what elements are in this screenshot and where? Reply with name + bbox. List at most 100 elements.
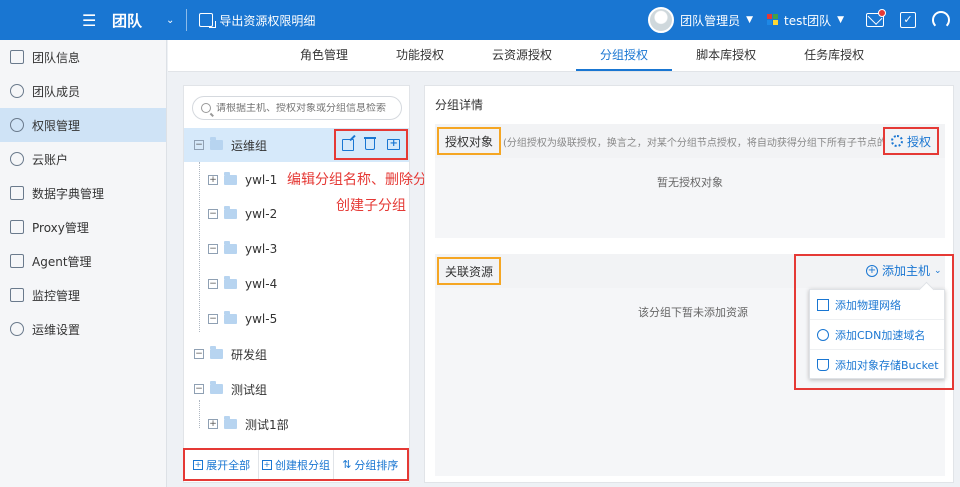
expand-all-button[interactable]: + 展开全部	[185, 450, 260, 479]
tree-node-ywl-4[interactable]: − ywl-4	[184, 267, 409, 301]
tree-footer-toolbar: + 展开全部 + 创建根分组 ⇅ 分组排序	[183, 448, 409, 481]
avatar[interactable]	[648, 7, 675, 33]
collapse-toggle[interactable]: −	[208, 209, 218, 219]
collapse-toggle[interactable]: −	[194, 384, 204, 394]
tree-node-ywl-2[interactable]: − ywl-2	[184, 197, 284, 231]
add-subfolder-icon[interactable]: +	[387, 139, 401, 150]
tree-node-ywl-5[interactable]: − ywl-5	[184, 302, 409, 336]
auth-section-header: 授权对象 (分组授权为级联授权，换言之，对某个分组节点授权，将自动获得分组下所有…	[435, 124, 945, 158]
chevron-down-icon[interactable]: ▼	[837, 15, 844, 25]
expand-all-label: 展开全部	[206, 458, 251, 472]
tab-group-auth[interactable]: 分组授权	[576, 39, 673, 71]
sidebar-item-team-members[interactable]: 团队成员	[0, 74, 166, 108]
add-host-button[interactable]: + 添加主机 ⌄	[866, 262, 942, 279]
tree-node-label[interactable]: ywl-4	[245, 277, 277, 291]
folder-icon	[224, 206, 237, 219]
auth-section-label: 授权对象	[437, 127, 502, 155]
folder-icon	[224, 172, 237, 185]
tree-search-box	[192, 96, 402, 120]
collapse-toggle[interactable]: −	[194, 140, 204, 150]
export-permissions-link[interactable]: 导出资源权限明细	[199, 12, 315, 29]
collapse-toggle[interactable]: −	[208, 279, 218, 289]
sidebar-item-cloud-account[interactable]: 云账户	[0, 142, 166, 176]
user-name[interactable]: 团队管理员	[680, 12, 740, 29]
folder-icon	[210, 137, 223, 150]
sidebar-item-label: 团队信息	[32, 50, 81, 65]
menu-icon[interactable]: ☰	[82, 11, 112, 30]
resource-empty-text: 该分组下暂未添加资源	[638, 306, 748, 319]
auth-empty-state: 暂无授权对象	[435, 158, 945, 238]
dropdown-item-label: 添加对象存储Bucket	[835, 359, 939, 372]
sidebar-item-ops-settings[interactable]: 运维设置	[0, 312, 166, 346]
sidebar-item-label: 云账户	[32, 152, 69, 167]
tree-search-input[interactable]	[216, 102, 396, 114]
sidebar-item-data-dictionary[interactable]: 数据字典管理	[0, 176, 166, 210]
search-icon	[201, 103, 211, 113]
agent-icon	[10, 254, 24, 268]
top-bar: ☰ 团队 ⌄ 导出资源权限明细 团队管理员 ▼ test团队 ▼ ✓	[0, 0, 960, 40]
group-row-actions: +	[334, 129, 408, 160]
collapse-toggle[interactable]: −	[208, 244, 218, 254]
authorize-button[interactable]: 授权	[882, 127, 939, 155]
tree-node-label[interactable]: ywl-5	[245, 312, 277, 326]
collapse-toggle[interactable]: −	[208, 314, 218, 324]
auth-section-hint: (分组授权为级联授权，换言之，对某个分组节点授权，将自动获得分组下所有子节点的权…	[503, 137, 911, 149]
edit-icon[interactable]	[341, 138, 354, 151]
export-icon	[199, 13, 217, 28]
cdn-icon	[817, 328, 829, 341]
expand-toggle[interactable]: +	[208, 419, 218, 429]
gear-icon	[890, 135, 903, 147]
document-icon	[10, 50, 24, 64]
sidebar-item-proxy[interactable]: Proxy管理	[0, 210, 166, 244]
shield-gear-icon	[10, 322, 24, 336]
dropdown-item-label: 添加CDN加速域名	[835, 328, 926, 342]
add-physical-network-item[interactable]: 添加物理网络	[810, 290, 944, 320]
add-cdn-domain-item[interactable]: 添加CDN加速域名	[810, 320, 944, 350]
sidebar-item-monitoring[interactable]: 监控管理	[0, 278, 166, 312]
create-root-group-button[interactable]: + 创建根分组	[259, 450, 334, 479]
chevron-down-icon[interactable]: ▼	[746, 15, 753, 25]
user-key-icon	[10, 118, 24, 132]
resource-section-label: 关联资源	[437, 257, 502, 285]
book-icon	[10, 186, 24, 200]
tab-function-auth[interactable]: 功能授权	[372, 39, 468, 71]
tab-role-management[interactable]: 角色管理	[276, 39, 372, 71]
tab-script-library-auth[interactable]: 脚本库授权	[672, 39, 780, 71]
tree-node-test-dept-1[interactable]: + 测试1部	[184, 407, 409, 441]
tree-node-label[interactable]: ywl-1	[245, 173, 277, 187]
sidebar: 团队信息 团队成员 权限管理 云账户 数据字典管理 Proxy管理 Agent管…	[0, 40, 167, 487]
tree-node-test-group[interactable]: − 测试组	[184, 372, 409, 406]
expand-toggle[interactable]: +	[208, 175, 218, 185]
expand-all-icon: +	[193, 459, 204, 470]
topbar-right: 团队管理员 ▼ test团队 ▼ ✓	[648, 0, 960, 40]
sidebar-item-agent[interactable]: Agent管理	[0, 244, 166, 278]
tree-node-ywl-3[interactable]: − ywl-3	[184, 232, 409, 266]
team-switcher[interactable]: test团队	[784, 12, 831, 29]
collapse-toggle[interactable]: −	[194, 349, 204, 359]
sort-groups-button[interactable]: ⇅ 分组排序	[334, 450, 407, 479]
task-check-icon[interactable]: ✓	[900, 12, 916, 28]
mail-icon[interactable]	[866, 9, 886, 27]
tab-cloud-resource-auth[interactable]: 云资源授权	[468, 39, 576, 71]
trash-icon[interactable]	[364, 137, 377, 150]
tree-node-ywl-1[interactable]: + ywl-1	[184, 163, 284, 197]
tree-node-dev-group[interactable]: − 研发组	[184, 337, 409, 371]
tree-node-label[interactable]: ywl-3	[245, 242, 277, 256]
add-resource-dropdown: 添加物理网络 添加CDN加速域名 添加对象存储Bucket	[809, 289, 945, 379]
sidebar-item-label: Agent管理	[32, 254, 92, 269]
tree-node-label[interactable]: 研发组	[231, 346, 267, 363]
tree-node-label[interactable]: 测试组	[231, 381, 267, 398]
chevron-down-icon[interactable]: ⌄	[166, 15, 174, 26]
tree-node-label[interactable]: 运维组	[231, 137, 267, 154]
users-icon	[10, 84, 24, 98]
tree-node-label[interactable]: 测试1部	[245, 416, 289, 433]
tab-task-library-auth[interactable]: 任务库授权	[780, 39, 888, 71]
tree-node-label[interactable]: ywl-2	[245, 207, 277, 221]
add-bucket-item[interactable]: 添加对象存储Bucket	[810, 350, 944, 380]
dropdown-item-label: 添加物理网络	[835, 298, 901, 312]
monitor-icon	[10, 288, 24, 302]
sidebar-item-permissions[interactable]: 权限管理	[0, 108, 166, 142]
sidebar-item-label: Proxy管理	[32, 220, 89, 235]
sidebar-item-team-info[interactable]: 团队信息	[0, 40, 166, 74]
headset-icon[interactable]	[932, 11, 950, 29]
